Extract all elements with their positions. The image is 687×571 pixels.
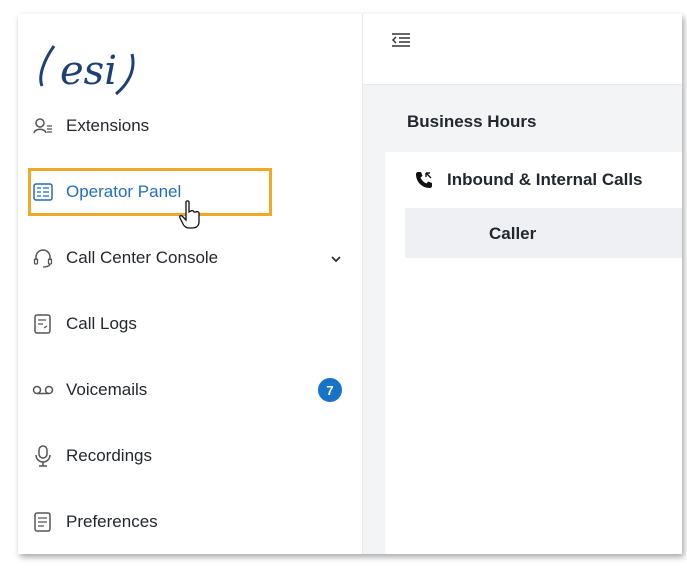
microphone-icon: [32, 445, 54, 467]
sidebar-item-label: Preferences: [66, 512, 158, 531]
table-header-row: Caller: [405, 208, 682, 258]
extensions-icon: [32, 115, 54, 137]
collapse-menu-icon[interactable]: [391, 32, 411, 53]
sidebar-item-voicemails[interactable]: Voicemails 7: [32, 368, 342, 412]
sidebar-item-label: Voicemails: [66, 380, 148, 399]
phone-icon: [415, 171, 433, 189]
app-window: esi Extensions Operator Panel Call Cente…: [18, 14, 682, 554]
headset-icon: [32, 247, 54, 269]
card-header: Inbound & Internal Calls: [415, 170, 643, 190]
sidebar-item-label: Call Logs: [66, 314, 137, 333]
column-header-caller: Caller: [489, 224, 537, 243]
card-title: Inbound & Internal Calls: [447, 170, 643, 189]
chevron-down-icon[interactable]: [330, 248, 342, 268]
call-card: Inbound & Internal Calls Caller: [385, 152, 682, 554]
sidebar-item-call-logs[interactable]: Call Logs: [32, 302, 342, 346]
sidebar-item-call-center-console[interactable]: Call Center Console: [32, 236, 342, 280]
main-area: Business Hours Inbound & Internal Calls …: [363, 14, 682, 554]
sidebar-item-label: Extensions: [66, 116, 150, 135]
svg-text:esi: esi: [60, 48, 117, 94]
section-title: Business Hours: [407, 112, 537, 131]
topbar: [363, 14, 682, 85]
sidebar-item-label: Recordings: [66, 446, 152, 465]
sidebar-item-label: Operator Panel: [66, 182, 182, 201]
voicemail-count-badge: 7: [318, 378, 342, 402]
sidebar-item-extensions[interactable]: Extensions: [32, 104, 342, 148]
sidebar-item-preferences[interactable]: Preferences: [32, 500, 342, 544]
sidebar: esi Extensions Operator Panel Call Cente…: [18, 14, 363, 554]
operator-panel-icon: [32, 181, 54, 203]
voicemail-icon: [32, 379, 54, 401]
call-logs-icon: [32, 313, 54, 335]
sidebar-item-recordings[interactable]: Recordings: [32, 434, 342, 478]
sidebar-item-label: Call Center Console: [66, 248, 219, 267]
preferences-icon: [32, 511, 54, 533]
hand-cursor-icon: [178, 200, 202, 235]
esi-logo: esi: [32, 24, 152, 104]
